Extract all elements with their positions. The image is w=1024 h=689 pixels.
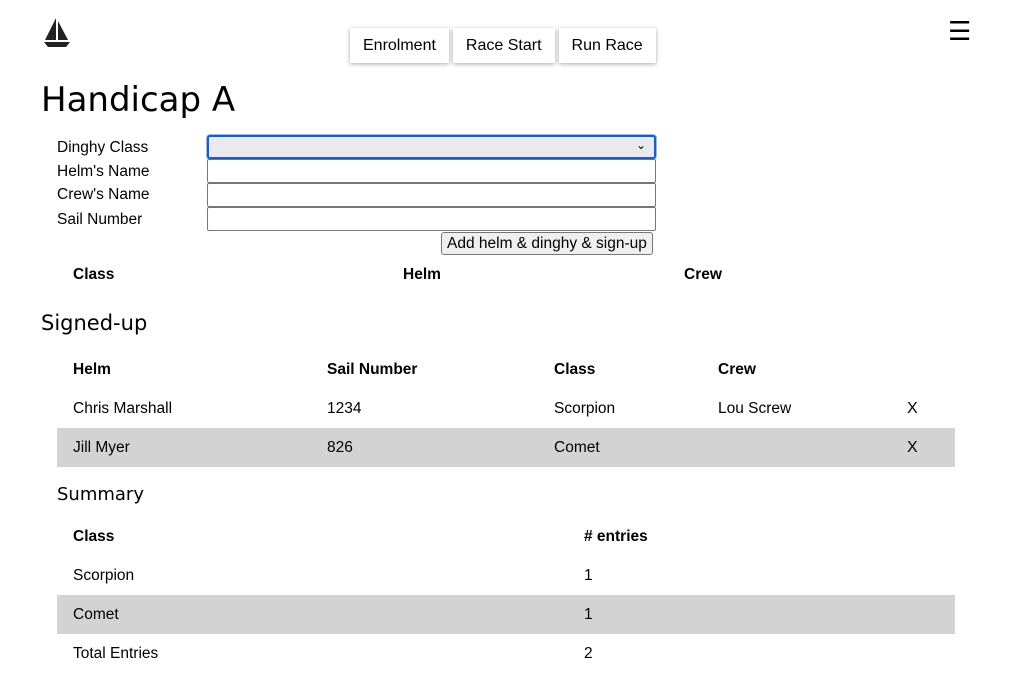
signed-up-row: Jill Myer 826 Comet X xyxy=(57,428,955,467)
signed-up-sail-number: 1234 xyxy=(327,400,362,417)
crew-name-input[interactable] xyxy=(207,183,656,207)
summary-row: Comet 1 xyxy=(57,595,955,634)
signed-up-class: Comet xyxy=(554,439,600,456)
nav-race-start-button[interactable]: Race Start xyxy=(452,28,555,63)
crew-name-label: Crew's Name xyxy=(57,186,150,203)
summary-heading: Summary xyxy=(57,484,144,505)
summary-row: Scorpion 1 xyxy=(57,556,955,595)
signed-up-sail-number: 826 xyxy=(327,439,353,456)
remove-entry-button[interactable]: X xyxy=(907,400,918,418)
helm-name-label: Helm's Name xyxy=(57,163,150,180)
signed-up-heading: Signed-up xyxy=(41,311,148,335)
summary-header-class: Class xyxy=(73,528,115,545)
summary-entries: 1 xyxy=(584,567,593,584)
signed-up-header-sail-number: Sail Number xyxy=(327,361,418,378)
chevron-down-icon: ⌄ xyxy=(635,138,646,152)
signed-up-class: Scorpion xyxy=(554,400,616,417)
remove-entry-button[interactable]: X xyxy=(907,439,918,457)
sail-number-input[interactable] xyxy=(207,207,656,231)
helm-table-header-crew: Crew xyxy=(684,266,722,283)
signed-up-header-class: Class xyxy=(554,361,596,378)
top-nav: Enrolment Race Start Run Race xyxy=(350,28,660,63)
signed-up-helm: Chris Marshall xyxy=(73,400,173,417)
summary-entries: 1 xyxy=(584,606,593,623)
summary-total-label: Total Entries xyxy=(73,645,159,662)
nav-run-race-button[interactable]: Run Race xyxy=(558,28,656,63)
summary-total-row: Total Entries 2 xyxy=(57,634,955,673)
hamburger-menu-icon[interactable]: ☰ xyxy=(948,18,971,44)
signed-up-row: Chris Marshall 1234 Scorpion Lou Screw X xyxy=(57,389,955,428)
sailboat-icon[interactable] xyxy=(42,16,72,48)
summary-class: Scorpion xyxy=(73,567,135,584)
helm-table-header-class: Class xyxy=(73,266,115,283)
summary-header-entries: # entries xyxy=(584,528,648,545)
signed-up-header-helm: Helm xyxy=(73,361,111,378)
page-title: Handicap A xyxy=(41,80,236,120)
helm-table-header-helm: Helm xyxy=(403,266,441,283)
dinghy-class-label: Dinghy Class xyxy=(57,139,149,156)
signed-up-header-crew: Crew xyxy=(718,361,756,378)
sail-number-label: Sail Number xyxy=(57,211,143,228)
signed-up-helm: Jill Myer xyxy=(73,439,130,456)
summary-total-value: 2 xyxy=(584,645,593,662)
dinghy-class-select[interactable]: ⌄ xyxy=(207,135,656,159)
helm-name-input[interactable] xyxy=(207,159,656,183)
add-signup-button[interactable]: Add helm & dinghy & sign-up xyxy=(441,232,653,255)
signed-up-crew: Lou Screw xyxy=(718,400,792,417)
summary-class: Comet xyxy=(73,606,119,623)
nav-enrolment-button[interactable]: Enrolment xyxy=(350,28,449,63)
